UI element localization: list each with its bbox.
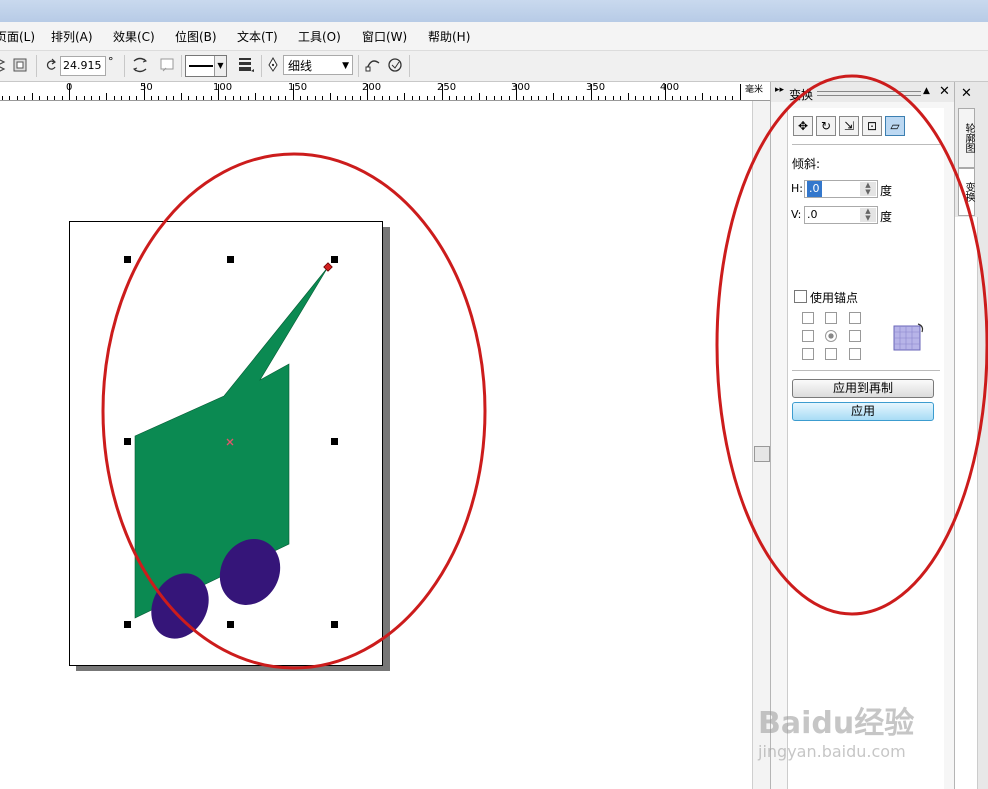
selection-handle-middle-right[interactable] — [331, 438, 338, 445]
v-skew-value: .0 — [807, 208, 818, 221]
spinner-arrows-icon[interactable]: ▲ ▼ — [860, 182, 876, 196]
v-skew-input[interactable]: .0 ▲ ▼ — [804, 206, 878, 224]
use-anchor-checkbox[interactable] — [794, 290, 807, 303]
tab-transform[interactable]: 变换 — [958, 168, 975, 216]
selected-node-handle[interactable] — [323, 262, 333, 272]
tab-contour[interactable]: 轮廓图 — [958, 108, 975, 168]
h-skew-input[interactable]: .0 ▲ ▼ — [804, 180, 878, 198]
divider — [792, 370, 940, 371]
scrollbar-thumb[interactable] — [754, 446, 770, 462]
selection-handle-bottom-left[interactable] — [124, 621, 131, 628]
scale-icon[interactable]: ⇲ — [839, 116, 859, 136]
docker-close-icon[interactable]: ✕ — [939, 84, 950, 99]
divider — [792, 144, 940, 145]
v-label: V: — [791, 208, 802, 221]
drawing-objects — [134, 262, 333, 639]
spinner-arrows-icon[interactable]: ▲ ▼ — [860, 208, 876, 222]
anchor-bottom-center[interactable] — [825, 348, 837, 360]
h-label: H: — [791, 182, 803, 195]
watermark-brand: Baidu经验 — [758, 706, 915, 741]
selection-handle-bottom-center[interactable] — [227, 621, 234, 628]
anchor-center[interactable] — [825, 330, 837, 342]
docker-pin-icon[interactable]: ▸▸ — [775, 85, 784, 95]
tab-contour-label: 轮廓图 — [963, 123, 974, 153]
apply-to-duplicate-button[interactable]: 应用到再制 — [792, 379, 934, 398]
anchor-middle-left[interactable] — [802, 330, 814, 342]
v-unit-label: 度 — [880, 210, 893, 224]
h-unit-label: 度 — [880, 184, 893, 198]
anchor-top-left[interactable] — [802, 312, 814, 324]
skew-preview-icon — [893, 323, 924, 351]
anchor-bottom-right[interactable] — [849, 348, 861, 360]
close-icon[interactable]: ✕ — [961, 86, 972, 101]
docker-header: ▸▸ 变换 ▲ ✕ — [771, 82, 955, 102]
selection-handle-middle-left[interactable] — [124, 438, 131, 445]
docker-collapse-icon[interactable]: ▲ — [923, 86, 930, 96]
watermark-url: jingyan.baidu.com — [758, 742, 906, 761]
position-icon[interactable]: ✥ — [793, 116, 813, 136]
docker-title: 变换 — [789, 88, 814, 102]
baidu-watermark: Baidu经验 jingyan.baidu.com — [758, 680, 958, 770]
h-skew-value: .0 — [807, 181, 822, 197]
anchor-top-right[interactable] — [849, 312, 861, 324]
tab-track — [955, 217, 978, 789]
size-icon[interactable]: ⊡ — [862, 116, 882, 136]
rotate-icon[interactable]: ↻ — [816, 116, 836, 136]
anchor-middle-right[interactable] — [849, 330, 861, 342]
docker-grip[interactable] — [817, 91, 921, 96]
apply-button[interactable]: 应用 — [792, 402, 934, 421]
anchor-bottom-left[interactable] — [802, 348, 814, 360]
selection-handle-top-right[interactable] — [331, 256, 338, 263]
tab-transform-label: 变换 — [963, 182, 974, 202]
selection-handle-top-center[interactable] — [227, 256, 234, 263]
use-anchor-label: 使用锚点 — [810, 291, 859, 305]
skew-icon[interactable]: ▱ — [885, 116, 905, 136]
selection-handle-top-left[interactable] — [124, 256, 131, 263]
anchor-top-center[interactable] — [825, 312, 837, 324]
selection-handle-bottom-right[interactable] — [331, 621, 338, 628]
docker-tab-strip: ✕ 轮廓图 变换 — [954, 82, 988, 789]
skew-section-label: 倾斜: — [792, 157, 821, 171]
